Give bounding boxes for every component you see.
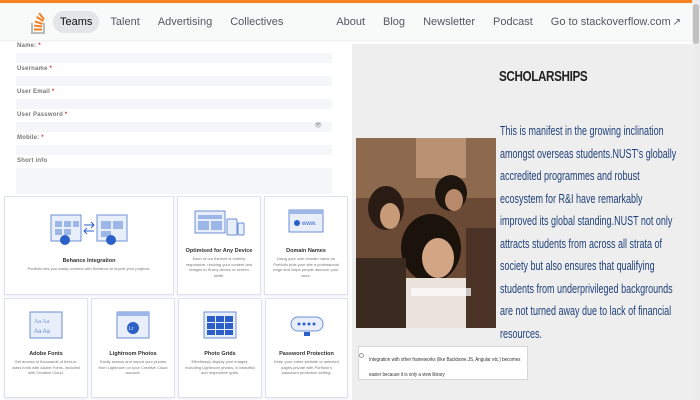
nav-blog[interactable]: Blog xyxy=(376,11,412,33)
feature-card-adobe-fonts[interactable]: Aa Aa Aa Aa Adobe Fonts Get access to th… xyxy=(4,298,88,398)
svg-text:Aa Aa: Aa Aa xyxy=(34,319,49,325)
stack-overflow-logo[interactable] xyxy=(30,9,46,35)
user-password-label-text: User Password xyxy=(17,112,63,118)
mobile-input[interactable] xyxy=(16,145,332,155)
feature-card-any-device[interactable]: Optimised for Any Device Each of our the… xyxy=(177,196,261,295)
card-title: Adobe Fonts xyxy=(29,351,63,357)
fonts-icon: Aa Aa Aa Aa xyxy=(29,311,63,339)
card-title: Domain Names xyxy=(286,248,326,254)
svg-text:Aa Aa: Aa Aa xyxy=(34,329,51,335)
mobile-label: Mobile: * xyxy=(17,135,44,141)
feature-grid: Behance Integration Portfolio lets you e… xyxy=(4,196,348,398)
card-description: Using your own domain name on Portfolio … xyxy=(273,256,339,278)
card-description: Portfolio lets you easily connect with B… xyxy=(27,266,151,271)
name-label-text: Name: xyxy=(17,43,37,49)
scholarship-title: SCHOLARSHIPS xyxy=(499,68,588,85)
required-mark: * xyxy=(64,112,68,118)
required-mark: * xyxy=(38,43,41,49)
scholarship-body: This is manifest in the growing inclinat… xyxy=(500,124,677,341)
feature-card-photo-grids[interactable]: Photo Grids Effortlessly display your im… xyxy=(178,298,262,398)
card-description: Get access to thousands of best-in-class… xyxy=(12,359,80,375)
feature-card-domain[interactable]: www. Domain Names Using your own domain … xyxy=(264,196,348,295)
username-input[interactable] xyxy=(16,76,332,86)
mobile-label-text: Mobile: xyxy=(17,135,40,141)
user-email-field: User Email * xyxy=(14,88,332,111)
radio-icon[interactable] xyxy=(359,353,364,358)
students-photo xyxy=(356,138,496,328)
card-title: Optimised for Any Device xyxy=(185,248,253,254)
card-title: Photo Grids xyxy=(204,351,236,357)
eye-icon[interactable]: 👁 xyxy=(314,122,322,129)
lightroom-icon: Lr xyxy=(116,311,150,339)
username-field: Username * xyxy=(14,65,332,88)
feature-card-password[interactable]: Password Protection Keep your entire web… xyxy=(265,298,348,398)
nav-advertising[interactable]: Advertising xyxy=(151,11,219,33)
user-email-label-text: User Email xyxy=(17,89,51,95)
required-mark: * xyxy=(41,135,44,141)
photo-grid-icon xyxy=(203,311,237,339)
svg-text:Lr: Lr xyxy=(129,326,134,332)
user-password-input[interactable] xyxy=(16,122,332,132)
nav-collectives[interactable]: Collectives xyxy=(223,11,290,33)
registration-form: Name: * Username * User Email * User Pas… xyxy=(14,42,332,197)
info-alert: Integration with other frameworks (like … xyxy=(358,346,528,380)
card-title: Behance Integration xyxy=(62,258,116,264)
go-to-label: Go to stackoverflow.com xyxy=(550,16,671,28)
nav-teams[interactable]: Teams xyxy=(53,11,100,33)
short-info-label-text: Short info xyxy=(17,158,48,164)
feature-card-behance[interactable]: Behance Integration Portfolio lets you e… xyxy=(4,196,174,295)
required-mark: * xyxy=(49,66,53,72)
card-description: Easily access and import your photos fro… xyxy=(98,359,168,375)
name-input[interactable] xyxy=(16,53,332,63)
scrollbar-thumb[interactable] xyxy=(693,4,699,44)
nav-talent[interactable]: Talent xyxy=(103,11,146,33)
nav-about[interactable]: About xyxy=(329,11,372,33)
card-title: Password Protection xyxy=(279,351,334,357)
password-lock-icon xyxy=(290,316,323,336)
card-description: Keep your entire website or selected pag… xyxy=(274,359,339,375)
short-info-label: Short info xyxy=(17,158,47,164)
card-description: Effortlessly display your images, includ… xyxy=(185,359,255,375)
svg-text:www.: www. xyxy=(301,221,317,227)
short-info-field: Short info xyxy=(14,157,332,197)
card-description: Each of our themes is entirely responsiv… xyxy=(185,256,253,278)
user-email-label: User Email * xyxy=(17,89,54,95)
nav-go-to-stackoverflow[interactable]: Go to stackoverflow.com ↗ xyxy=(544,11,688,33)
username-label-text: Username xyxy=(17,66,48,72)
nav-newsletter[interactable]: Newsletter xyxy=(416,11,482,33)
user-email-input[interactable] xyxy=(16,99,332,109)
name-label: Name: * xyxy=(17,43,41,49)
mobile-field: Mobile: * xyxy=(14,134,332,157)
feature-card-lightroom[interactable]: Lr Lightroom Photos Easily access and im… xyxy=(91,298,175,398)
scholarship-panel: SCHOLARSHIPS This is manifest in the gro… xyxy=(352,44,694,400)
required-mark: * xyxy=(51,89,55,95)
responsive-devices-icon xyxy=(194,210,245,236)
top-navigation: Teams Talent Advertising Collectives Abo… xyxy=(0,0,700,40)
name-field: Name: * xyxy=(14,42,332,65)
short-info-textarea[interactable] xyxy=(16,168,332,194)
username-label: Username * xyxy=(17,66,52,72)
domain-icon: www. xyxy=(288,209,324,233)
external-link-icon: ↗ xyxy=(672,17,681,28)
nav-podcast[interactable]: Podcast xyxy=(486,11,540,33)
user-password-field: User Password * 👁 xyxy=(14,111,332,134)
user-password-label: User Password * xyxy=(17,112,67,118)
alert-text: Integration with other frameworks (like … xyxy=(369,357,521,378)
card-title: Lightroom Photos xyxy=(109,351,157,357)
behance-integration-icon xyxy=(50,214,128,245)
